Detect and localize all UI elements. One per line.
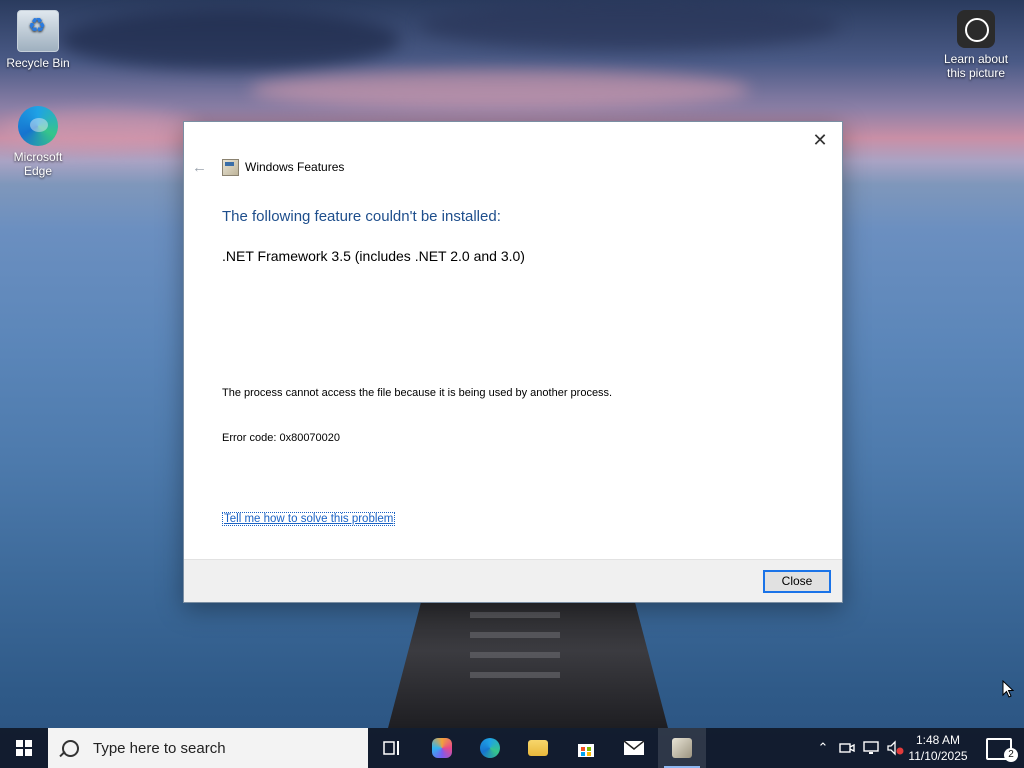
file-explorer-button[interactable] (514, 728, 562, 768)
windows-features-taskbar-button[interactable] (658, 728, 706, 768)
meet-now-icon[interactable] (838, 740, 856, 756)
search-icon (62, 739, 79, 757)
task-view-button[interactable] (368, 728, 416, 768)
dialog-titlebar: ← Windows Features (192, 158, 344, 176)
close-icon[interactable]: ✕ (808, 128, 832, 152)
folder-icon (528, 740, 548, 756)
store-icon (578, 744, 594, 757)
mail-icon (623, 740, 645, 755)
camera-icon (957, 10, 995, 48)
help-link[interactable]: Tell me how to solve this problem (222, 512, 396, 526)
wallpaper-pier-step (470, 612, 560, 618)
wallpaper-pier (388, 600, 668, 728)
dialog-title: Windows Features (245, 160, 345, 174)
start-button[interactable] (0, 728, 48, 768)
edge-icon (480, 738, 500, 758)
desktop-icon-label: Recycle Bin (6, 56, 70, 70)
wallpaper-cloud (250, 70, 750, 110)
mail-button[interactable] (610, 728, 658, 768)
copilot-button[interactable] (418, 728, 466, 768)
wallpaper-pier-step (470, 632, 560, 638)
copilot-icon (432, 738, 452, 758)
windows-features-icon (222, 158, 239, 176)
taskbar-clock[interactable]: 1:48 AM 11/10/2025 (906, 732, 970, 764)
desktop-icon-label: Microsoft Edge (13, 150, 63, 178)
close-button[interactable]: Close (763, 570, 831, 593)
wallpaper-cloud (60, 10, 400, 70)
error-code: Error code: 0x80070020 (222, 432, 341, 444)
taskbar: Type here to search ⌃ 1:48 AM 11/10/2025… (0, 728, 1024, 768)
desktop-icon-label: Learn about this picture (943, 52, 1009, 80)
wallpaper-pier-step (470, 672, 560, 678)
windows-logo-icon (16, 740, 32, 756)
dialog-footer: Close (184, 559, 842, 602)
desktop-icon-recycle-bin[interactable]: Recycle Bin (0, 10, 76, 70)
recycle-bin-icon (17, 10, 59, 52)
task-view-icon (383, 741, 399, 755)
wallpaper-cloud (420, 0, 840, 50)
windows-features-icon (672, 738, 692, 758)
wallpaper-pier-step (470, 652, 560, 658)
back-arrow-icon[interactable]: ← (192, 159, 214, 176)
desktop-icon-microsoft-edge[interactable]: Microsoft Edge (0, 106, 76, 178)
feature-name: .NET Framework 3.5 (includes .NET 2.0 an… (222, 248, 525, 264)
notification-count-badge: 2 (1004, 748, 1018, 762)
microsoft-store-button[interactable] (562, 728, 610, 768)
show-hidden-icons-icon[interactable]: ⌃ (814, 740, 832, 756)
edge-icon (18, 106, 58, 146)
mouse-cursor-icon (1002, 680, 1014, 698)
network-icon[interactable] (862, 740, 880, 756)
search-placeholder: Type here to search (93, 739, 226, 757)
clock-date: 11/10/2025 (908, 749, 968, 763)
error-heading: The following feature couldn't be instal… (222, 208, 501, 225)
system-tray: ⌃ (814, 728, 904, 768)
error-message: The process cannot access the file becau… (222, 387, 613, 399)
clock-time: 1:48 AM (915, 733, 961, 747)
windows-features-dialog: ✕ ← Windows Features The following featu… (183, 121, 843, 603)
desktop-icon-learn-about-picture[interactable]: Learn about this picture (936, 10, 1016, 80)
volume-muted-icon[interactable] (886, 740, 904, 756)
taskbar-search-box[interactable]: Type here to search (48, 728, 368, 768)
edge-taskbar-button[interactable] (466, 728, 514, 768)
